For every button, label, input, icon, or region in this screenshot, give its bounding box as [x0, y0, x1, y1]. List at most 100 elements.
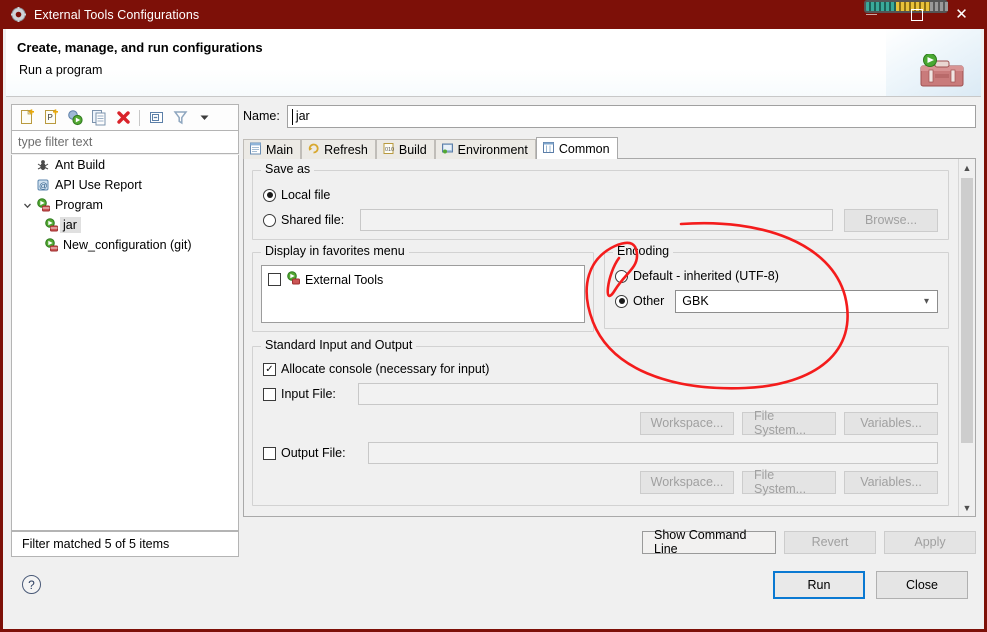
program-icon — [42, 218, 60, 232]
output-file-checkbox[interactable] — [263, 446, 276, 460]
standard-io-group-title: Standard Input and Output — [261, 338, 417, 352]
toolbox-with-run-badge-icon — [920, 54, 964, 87]
chevron-down-icon[interactable] — [20, 201, 34, 210]
duplicate-configuration-icon[interactable] — [87, 107, 111, 129]
external-tools-icon — [286, 271, 300, 288]
favorites-item-label: External Tools — [305, 272, 384, 287]
tab-refresh[interactable]: Refresh — [301, 139, 376, 160]
new-configuration-icon[interactable] — [15, 107, 39, 129]
collapse-all-icon[interactable] — [144, 107, 168, 129]
external-tools-checkbox[interactable] — [268, 273, 281, 286]
toolbar-separator — [139, 109, 140, 126]
allocate-console-row[interactable]: ✓ Allocate console (necessary for input) — [263, 358, 938, 380]
gear-icon — [11, 6, 27, 23]
input-file-system-button: File System... — [742, 409, 836, 437]
tab-label: Refresh — [324, 143, 368, 157]
encoding-default-row[interactable]: Default - inherited (UTF-8) — [615, 265, 938, 287]
encoding-other-radio[interactable] — [615, 294, 628, 308]
dialog-footer: ? Run Close — [6, 560, 981, 626]
output-workspace-button: Workspace... — [640, 470, 734, 494]
favorites-encoding-row: Display in favorites menu External Tools… — [252, 244, 949, 332]
title-bar: External Tools Configurations ✕ — [3, 0, 984, 29]
input-file-input[interactable] — [358, 383, 938, 405]
tab-build[interactable]: 010 Build — [375, 139, 435, 160]
tree-item-ant-build[interactable]: Ant Build — [12, 155, 238, 175]
tab-main[interactable]: Main — [243, 139, 302, 160]
ant-build-icon — [34, 158, 52, 172]
close-dialog-button[interactable]: Close — [876, 571, 968, 599]
program-icon — [42, 238, 60, 252]
page-title: Create, manage, and run configurations — [17, 40, 263, 55]
tree-item-program[interactable]: Program — [12, 195, 238, 215]
tree-item-label: jar — [60, 217, 81, 233]
name-input[interactable]: jar — [286, 104, 976, 128]
editor-action-buttons: Show Command Line Revert Apply — [642, 527, 976, 557]
input-file-buttons: Workspace... File System... Variables... — [263, 409, 938, 437]
save-as-group: Save as Local file Shared file: Browse..… — [252, 162, 949, 240]
shared-file-input[interactable] — [360, 209, 833, 231]
tab-common[interactable]: Common — [535, 137, 618, 159]
run-button[interactable]: Run — [773, 571, 865, 599]
input-file-label: Input File: — [281, 387, 336, 401]
tab-panel-scrollbar[interactable]: ▲ ▼ — [958, 159, 975, 516]
scrollbar-thumb[interactable] — [961, 178, 973, 443]
footer-buttons: Run Close — [773, 571, 968, 599]
filter-input[interactable]: type filter text — [11, 130, 239, 154]
delete-configuration-icon[interactable] — [111, 107, 135, 129]
close-button[interactable]: ✕ — [939, 0, 984, 29]
input-file-checkbox[interactable] — [263, 387, 276, 401]
favorites-list[interactable]: External Tools — [261, 265, 585, 323]
show-command-line-button[interactable]: Show Command Line — [642, 528, 776, 556]
favorites-group: Display in favorites menu External Tools — [252, 244, 594, 332]
output-file-input[interactable] — [368, 442, 938, 464]
export-configuration-icon[interactable] — [63, 107, 87, 129]
encoding-default-radio[interactable] — [615, 269, 628, 283]
favorites-group-title: Display in favorites menu — [261, 244, 409, 258]
output-file-buttons: Workspace... File System... Variables... — [263, 468, 938, 496]
help-icon[interactable]: ? — [22, 575, 41, 594]
tab-strip: Main Refresh 010 Build Environment Commo… — [243, 137, 976, 160]
tree-item-new-configuration[interactable]: New_configuration (git) — [12, 235, 238, 255]
shared-file-radio[interactable] — [263, 213, 276, 227]
encoding-combo[interactable]: GBK ▾ — [675, 289, 938, 313]
tree-item-jar[interactable]: jar — [12, 215, 238, 235]
tree-item-api-use-report[interactable]: @ API Use Report — [12, 175, 238, 195]
local-file-radio[interactable] — [263, 188, 276, 202]
allocate-console-checkbox[interactable]: ✓ — [263, 362, 276, 376]
svg-text:@: @ — [39, 181, 48, 191]
svg-text:P: P — [47, 113, 52, 122]
api-use-report-icon: @ — [34, 178, 52, 192]
view-menu-icon[interactable] — [192, 107, 216, 129]
page-subtitle: Run a program — [19, 63, 103, 77]
configurations-tree[interactable]: Ant Build @ API Use Report Program jar N… — [11, 155, 239, 531]
tab-environment[interactable]: Environment — [434, 139, 536, 160]
encoding-default-label: Default - inherited (UTF-8) — [633, 269, 779, 283]
common-tab-panel: Save as Local file Shared file: Browse..… — [243, 159, 976, 517]
new-prototype-icon[interactable]: P — [39, 107, 63, 129]
local-file-label: Local file — [281, 188, 331, 202]
filter-icon[interactable] — [168, 107, 192, 129]
scroll-down-icon[interactable]: ▼ — [959, 499, 975, 516]
shared-file-row[interactable]: Shared file: Browse... — [263, 208, 938, 232]
name-value: jar — [295, 109, 310, 123]
input-file-row[interactable]: Input File: — [263, 383, 938, 405]
minimize-button[interactable] — [849, 0, 894, 29]
common-tab-icon — [542, 141, 555, 157]
output-variables-button: Variables... — [844, 470, 938, 494]
local-file-row[interactable]: Local file — [263, 184, 938, 206]
standard-io-group: Standard Input and Output ✓ Allocate con… — [252, 338, 949, 506]
tab-label: Common — [558, 141, 610, 156]
encoding-group: Encoding Default - inherited (UTF-8) Oth… — [604, 244, 949, 332]
output-file-row[interactable]: Output File: — [263, 442, 938, 464]
maximize-button[interactable] — [894, 0, 939, 29]
save-as-group-title: Save as — [261, 162, 315, 176]
encoding-other-row[interactable]: Other GBK ▾ — [615, 289, 938, 313]
input-workspace-button: Workspace... — [640, 411, 734, 435]
scroll-up-icon[interactable]: ▲ — [959, 159, 975, 176]
favorites-list-item[interactable]: External Tools — [268, 271, 578, 288]
tab-label: Build — [398, 143, 427, 157]
name-row: Name: jar — [243, 104, 976, 128]
tree-item-label: API Use Report — [55, 178, 142, 192]
chevron-down-icon: ▾ — [923, 295, 929, 307]
filter-status-label: Filter matched 5 of 5 items — [22, 537, 170, 551]
